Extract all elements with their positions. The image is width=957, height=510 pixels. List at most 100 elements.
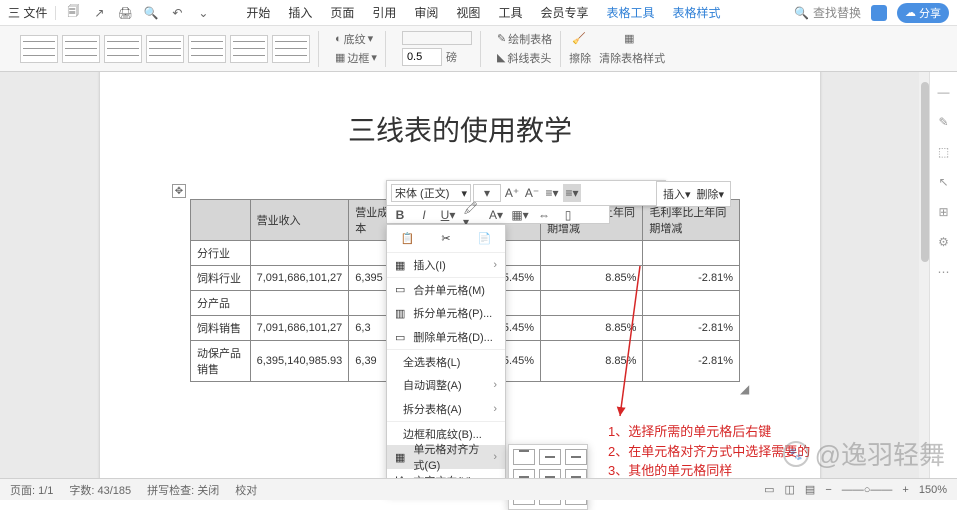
tab-5[interactable]: 视图 xyxy=(456,4,480,21)
table-header[interactable]: 营业收入 xyxy=(250,200,349,241)
ctx-split-cell[interactable]: ▥拆分单元格(P)... xyxy=(387,301,505,325)
underline-icon[interactable]: U▾ xyxy=(439,206,457,224)
table-style-3[interactable] xyxy=(104,35,142,63)
align-tr[interactable] xyxy=(565,449,587,465)
tab-8[interactable]: 表格工具 xyxy=(606,4,654,21)
redo-icon[interactable]: ⌄ xyxy=(194,4,212,22)
search-icon: 🔍 xyxy=(794,6,809,20)
baidu-icon: 🐾 xyxy=(783,441,809,467)
tab-7[interactable]: 会员专享 xyxy=(540,4,588,21)
document-title: 三线表的使用教学 xyxy=(100,109,820,149)
search-box[interactable]: 🔍 查找替换 xyxy=(794,4,861,21)
font-select[interactable]: 宋体 (正文)▾ xyxy=(391,184,471,202)
merge-icon[interactable]: ▦▾ xyxy=(511,206,529,224)
shade-dropdown[interactable]: ◐ 底纹 ▾ xyxy=(335,31,373,47)
side-toolbar: — ✎ ⬚ ↖ ⊞ ⚙ ⋯ xyxy=(929,72,957,478)
table-header[interactable] xyxy=(191,200,251,241)
line-width-input[interactable] xyxy=(402,48,442,66)
align-submenu xyxy=(508,444,588,510)
cut-icon[interactable]: ✂ xyxy=(441,232,450,245)
tab-6[interactable]: 工具 xyxy=(498,4,522,21)
ctx-insert[interactable]: ▦插入(I)› xyxy=(387,253,505,277)
context-menu: 📋 ✂ 📄 ▦插入(I)› ▭合并单元格(M) ▥拆分单元格(P)... ▭删除… xyxy=(386,224,506,494)
annotation: 1、选择所需的单元格后右键 2、在单元格对齐方式中选择需要的 3、其他的单元格同… xyxy=(608,422,810,481)
paste-icon[interactable]: 📄 xyxy=(478,232,492,245)
copy-icon[interactable]: 📋 xyxy=(401,232,415,245)
border-dropdown[interactable]: ▦ 边框 ▾ xyxy=(335,50,377,66)
tab-0[interactable]: 开始 xyxy=(246,4,270,21)
bold-icon[interactable]: B xyxy=(391,206,409,224)
ribbon: ◐ 底纹 ▾ ▦ 边框 ▾ 磅 ✎ 绘制表格 ◣ 斜线表头 🧹 擦除 ▦ 清除表… xyxy=(0,26,957,72)
ctx-split-table[interactable]: 拆分表格(A)› xyxy=(387,397,505,421)
italic-icon[interactable]: I xyxy=(415,206,433,224)
table-style-1[interactable] xyxy=(20,35,58,63)
font-size-select[interactable]: ▾ xyxy=(473,184,501,202)
clear-style-button[interactable]: ▦ 清除表格样式 xyxy=(599,32,665,66)
tab-1[interactable]: 插入 xyxy=(288,4,312,21)
status-words[interactable]: 字数: 43/185 xyxy=(69,482,131,498)
increase-font-icon[interactable]: A⁺ xyxy=(503,184,521,202)
erase-button[interactable]: 🧹 擦除 xyxy=(569,32,591,66)
ctx-autofit[interactable]: 自动调整(A)› xyxy=(387,373,505,397)
decrease-font-icon[interactable]: A⁻ xyxy=(523,184,541,202)
tab-3[interactable]: 引用 xyxy=(372,4,396,21)
tab-4[interactable]: 审阅 xyxy=(414,4,438,21)
mini-toolbar: 宋体 (正文)▾ ▾ A⁺ A⁻ ≡▾ ≡▾ 插入▾ 删除▾ xyxy=(386,180,666,206)
tool-gear-icon[interactable]: ⚙ xyxy=(936,234,952,250)
align-icon[interactable]: ≡▾ xyxy=(563,184,581,202)
scrollbar-track[interactable] xyxy=(919,72,929,478)
zoom-level[interactable]: 150% xyxy=(919,484,947,496)
font-color-icon[interactable]: A▾ xyxy=(487,206,505,224)
tool-select-icon[interactable]: ⬚ xyxy=(936,144,952,160)
highlight-icon[interactable]: 🖍▾ xyxy=(463,206,481,224)
tool-more-icon[interactable]: ⋯ xyxy=(936,264,952,280)
status-page[interactable]: 页面: 1/1 xyxy=(10,482,53,498)
watermark: 🐾 @逸羽轻舞 xyxy=(783,435,945,472)
view-mode-icon-2[interactable]: ◫ xyxy=(785,483,795,496)
autofit-icon[interactable]: ⇔ xyxy=(535,206,553,224)
ribbon-tabs: 开始 插入 页面 引用 审阅 视图 工具 会员专享 表格工具 表格样式 xyxy=(246,4,720,21)
tool-pencil-icon[interactable]: ✎ xyxy=(936,114,952,130)
scrollbar-thumb[interactable] xyxy=(921,82,929,262)
diagonal-header-button[interactable]: ◣ 斜线表头 xyxy=(497,50,551,66)
table-style-6[interactable] xyxy=(230,35,268,63)
save-icon[interactable]: 🗐 xyxy=(64,4,82,22)
table-move-handle[interactable]: ✥ xyxy=(172,184,186,198)
tool-text-icon[interactable]: ⊞ xyxy=(936,204,952,220)
zoom-out-icon[interactable]: − xyxy=(825,484,831,496)
insert-dropdown[interactable]: 插入▾ xyxy=(663,186,691,202)
tab-2[interactable]: 页面 xyxy=(330,4,354,21)
table-style-5[interactable] xyxy=(188,35,226,63)
ctx-select-table[interactable]: 全选表格(L) xyxy=(387,349,505,373)
cloud-icon[interactable] xyxy=(871,5,887,21)
print-icon[interactable]: 🖨 xyxy=(116,4,134,22)
delete-dropdown[interactable]: 删除▾ xyxy=(696,186,724,202)
preview-icon[interactable]: 🔍 xyxy=(142,4,160,22)
view-mode-icon-3[interactable]: ▤ xyxy=(805,483,815,496)
tab-9[interactable]: 表格样式 xyxy=(672,4,720,21)
draw-table-button[interactable]: ✎ 绘制表格 xyxy=(497,31,552,47)
line-style-dropdown[interactable] xyxy=(402,31,472,45)
ctx-cell-align[interactable]: ▦单元格对齐方式(G)› xyxy=(387,445,505,469)
split-icon[interactable]: ▯ xyxy=(559,206,577,224)
table-style-2[interactable] xyxy=(62,35,100,63)
status-proof[interactable]: 校对 xyxy=(235,482,257,498)
undo-icon[interactable]: ↶ xyxy=(168,4,186,22)
file-menu[interactable]: 三 文件 xyxy=(8,4,47,21)
table-resize-handle[interactable]: ◢ xyxy=(740,382,752,394)
zoom-in-icon[interactable]: + xyxy=(902,484,908,496)
line-spacing-icon[interactable]: ≡▾ xyxy=(543,184,561,202)
tool-minus-icon[interactable]: — xyxy=(936,84,952,100)
status-spell[interactable]: 拼写检查: 关闭 xyxy=(147,482,219,498)
share-button[interactable]: ☁ 分享 xyxy=(897,3,949,23)
table-style-7[interactable] xyxy=(272,35,310,63)
export-icon[interactable]: ↗ xyxy=(90,4,108,22)
ctx-delete-cell[interactable]: ▭删除单元格(D)... xyxy=(387,325,505,349)
ctx-merge[interactable]: ▭合并单元格(M) xyxy=(387,277,505,301)
table-style-4[interactable] xyxy=(146,35,184,63)
align-tl[interactable] xyxy=(513,449,535,465)
align-tc[interactable] xyxy=(539,449,561,465)
view-mode-icon[interactable]: ▭ xyxy=(764,483,774,496)
tool-arrow-icon[interactable]: ↖ xyxy=(936,174,952,190)
status-bar: 页面: 1/1 字数: 43/185 拼写检查: 关闭 校对 ▭ ◫ ▤ − —… xyxy=(0,478,957,500)
